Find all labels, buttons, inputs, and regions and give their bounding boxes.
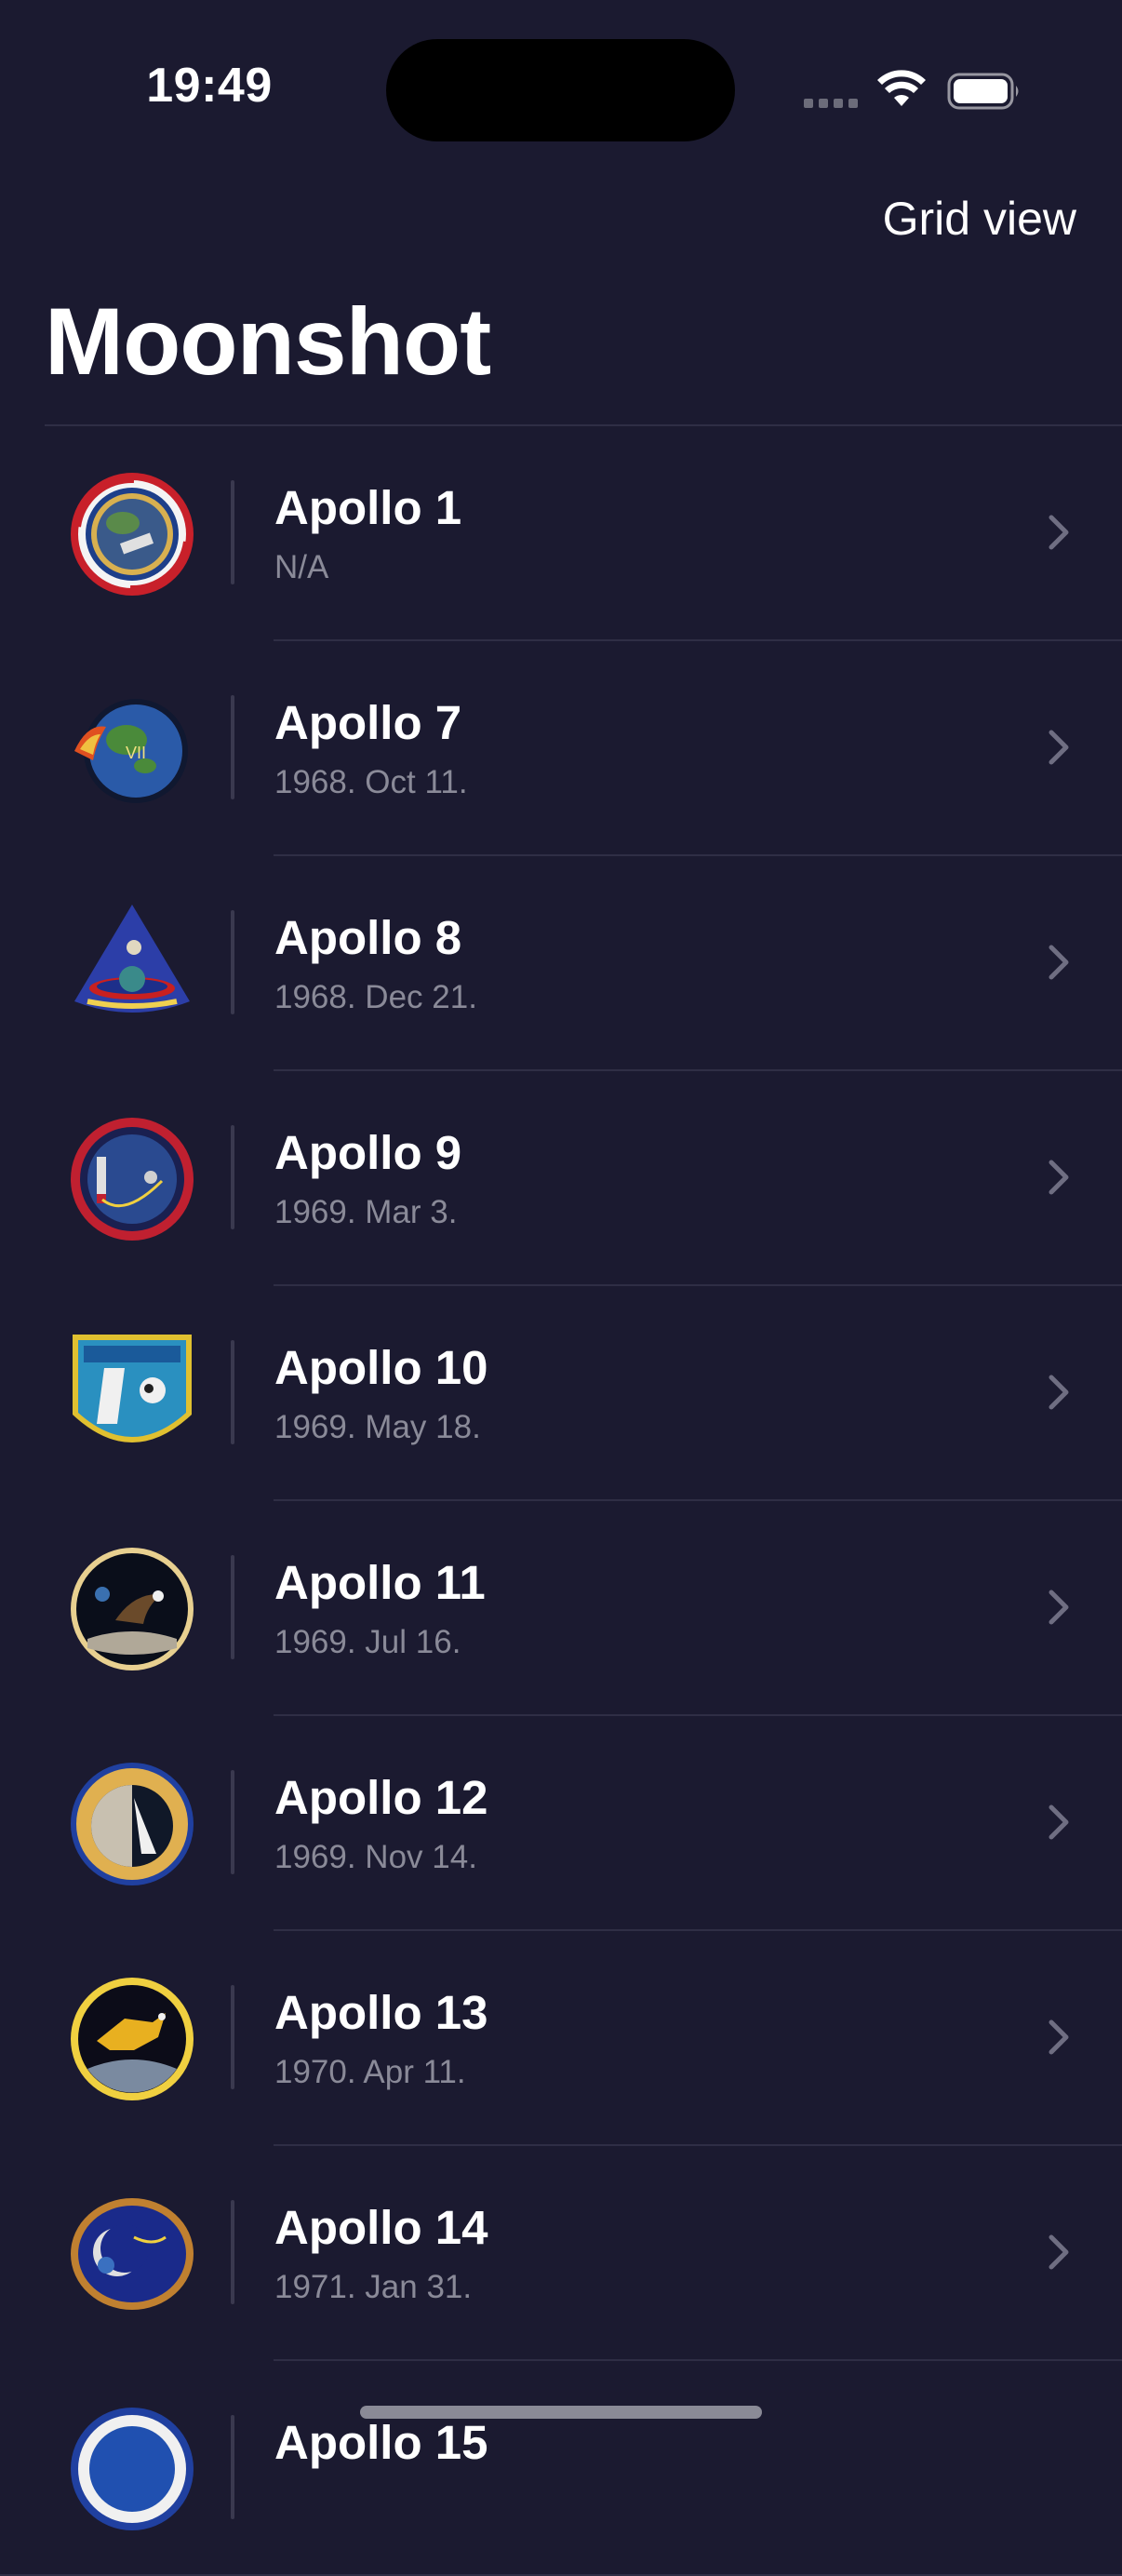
mission-name: Apollo 14 [274, 2201, 488, 2254]
mission-list: Apollo 1 N/A VII Apollo 7 1968. Oct 11. [0, 426, 1122, 2576]
page-title: Moonshot [45, 288, 491, 395]
launch-date: 1968. Oct 11. [274, 764, 468, 800]
row-divider [231, 480, 234, 584]
grid-view-button[interactable]: Grid view [883, 192, 1076, 246]
status-bar: 19:49 [0, 0, 1122, 177]
row-divider [231, 1555, 234, 1659]
mission-name: Apollo 7 [274, 696, 462, 749]
apollo-7-patch-icon: VII [74, 699, 188, 803]
launch-date: 1970. Apr 11. [274, 2054, 466, 2090]
row-divider [231, 1125, 234, 1229]
mission-row[interactable]: Apollo 11 1969. Jul 16. [0, 1501, 1122, 1716]
mission-row[interactable]: Apollo 15 [0, 2361, 1122, 2576]
mission-name: Apollo 9 [274, 1126, 462, 1179]
apollo-1-patch-icon [71, 473, 194, 596]
mission-row[interactable]: Apollo 13 1970. Apr 11. [0, 1931, 1122, 2146]
mission-row[interactable]: Apollo 1 N/A [0, 426, 1122, 641]
apollo-12-patch-icon [71, 1763, 194, 1885]
row-divider [231, 910, 234, 1014]
chevron-right-icon [1049, 2234, 1069, 2270]
chevron-right-icon [1049, 1805, 1069, 1840]
apollo-8-patch-icon [74, 905, 190, 1013]
mission-name: Apollo 15 [274, 2416, 488, 2469]
apollo-10-patch-icon [73, 1335, 192, 1442]
row-divider [231, 2200, 234, 2304]
row-divider [231, 695, 234, 799]
row-divider [231, 1340, 234, 1444]
chevron-right-icon [1049, 1160, 1069, 1195]
mission-row[interactable]: Apollo 9 1969. Mar 3. [0, 1071, 1122, 1286]
chevron-right-icon [1049, 1375, 1069, 1410]
chevron-right-icon [1049, 515, 1069, 550]
svg-text:VII: VII [126, 744, 146, 762]
wifi-icon [877, 70, 926, 106]
mission-name: Apollo 11 [274, 1556, 486, 1609]
mission-row[interactable]: Apollo 14 1971. Jan 31. [0, 2146, 1122, 2361]
mission-name: Apollo 12 [274, 1771, 488, 1824]
status-time: 19:49 [146, 59, 273, 113]
launch-date: 1968. Dec 21. [274, 979, 477, 1015]
chevron-right-icon [1049, 2019, 1069, 2055]
apollo-11-patch-icon [71, 1548, 194, 1670]
launch-date: N/A [274, 549, 329, 585]
chevron-right-icon [1049, 1590, 1069, 1625]
launch-date: 1969. Jul 16. [274, 1624, 461, 1660]
row-divider [231, 1770, 234, 1874]
chevron-right-icon [1049, 945, 1069, 980]
mission-name: Apollo 13 [274, 1986, 488, 2039]
launch-date: 1969. Nov 14. [274, 1839, 477, 1875]
mission-name: Apollo 1 [274, 481, 462, 534]
mission-row[interactable]: Apollo 12 1969. Nov 14. [0, 1716, 1122, 1931]
cellular-signal-icon [804, 99, 858, 108]
apollo-14-patch-icon [71, 2198, 194, 2310]
apollo-9-patch-icon [71, 1118, 194, 1241]
mission-name: Apollo 10 [274, 1341, 488, 1394]
mission-row[interactable]: VII Apollo 7 1968. Oct 11. [0, 641, 1122, 856]
apollo-15-patch-icon [71, 2408, 194, 2530]
launch-date: 1969. Mar 3. [274, 1194, 458, 1230]
row-divider [231, 2415, 234, 2519]
apollo-13-patch-icon [71, 1978, 194, 2100]
battery-icon [947, 73, 1019, 110]
home-indicator[interactable] [360, 2406, 762, 2419]
row-divider [231, 1985, 234, 2089]
launch-date: 1971. Jan 31. [274, 2269, 473, 2305]
mission-name: Apollo 8 [274, 911, 462, 964]
dynamic-island [386, 39, 735, 141]
launch-date: 1969. May 18. [274, 1409, 481, 1445]
mission-row[interactable]: Apollo 10 1969. May 18. [0, 1286, 1122, 1501]
mission-row[interactable]: Apollo 8 1968. Dec 21. [0, 856, 1122, 1071]
chevron-right-icon [1049, 730, 1069, 765]
